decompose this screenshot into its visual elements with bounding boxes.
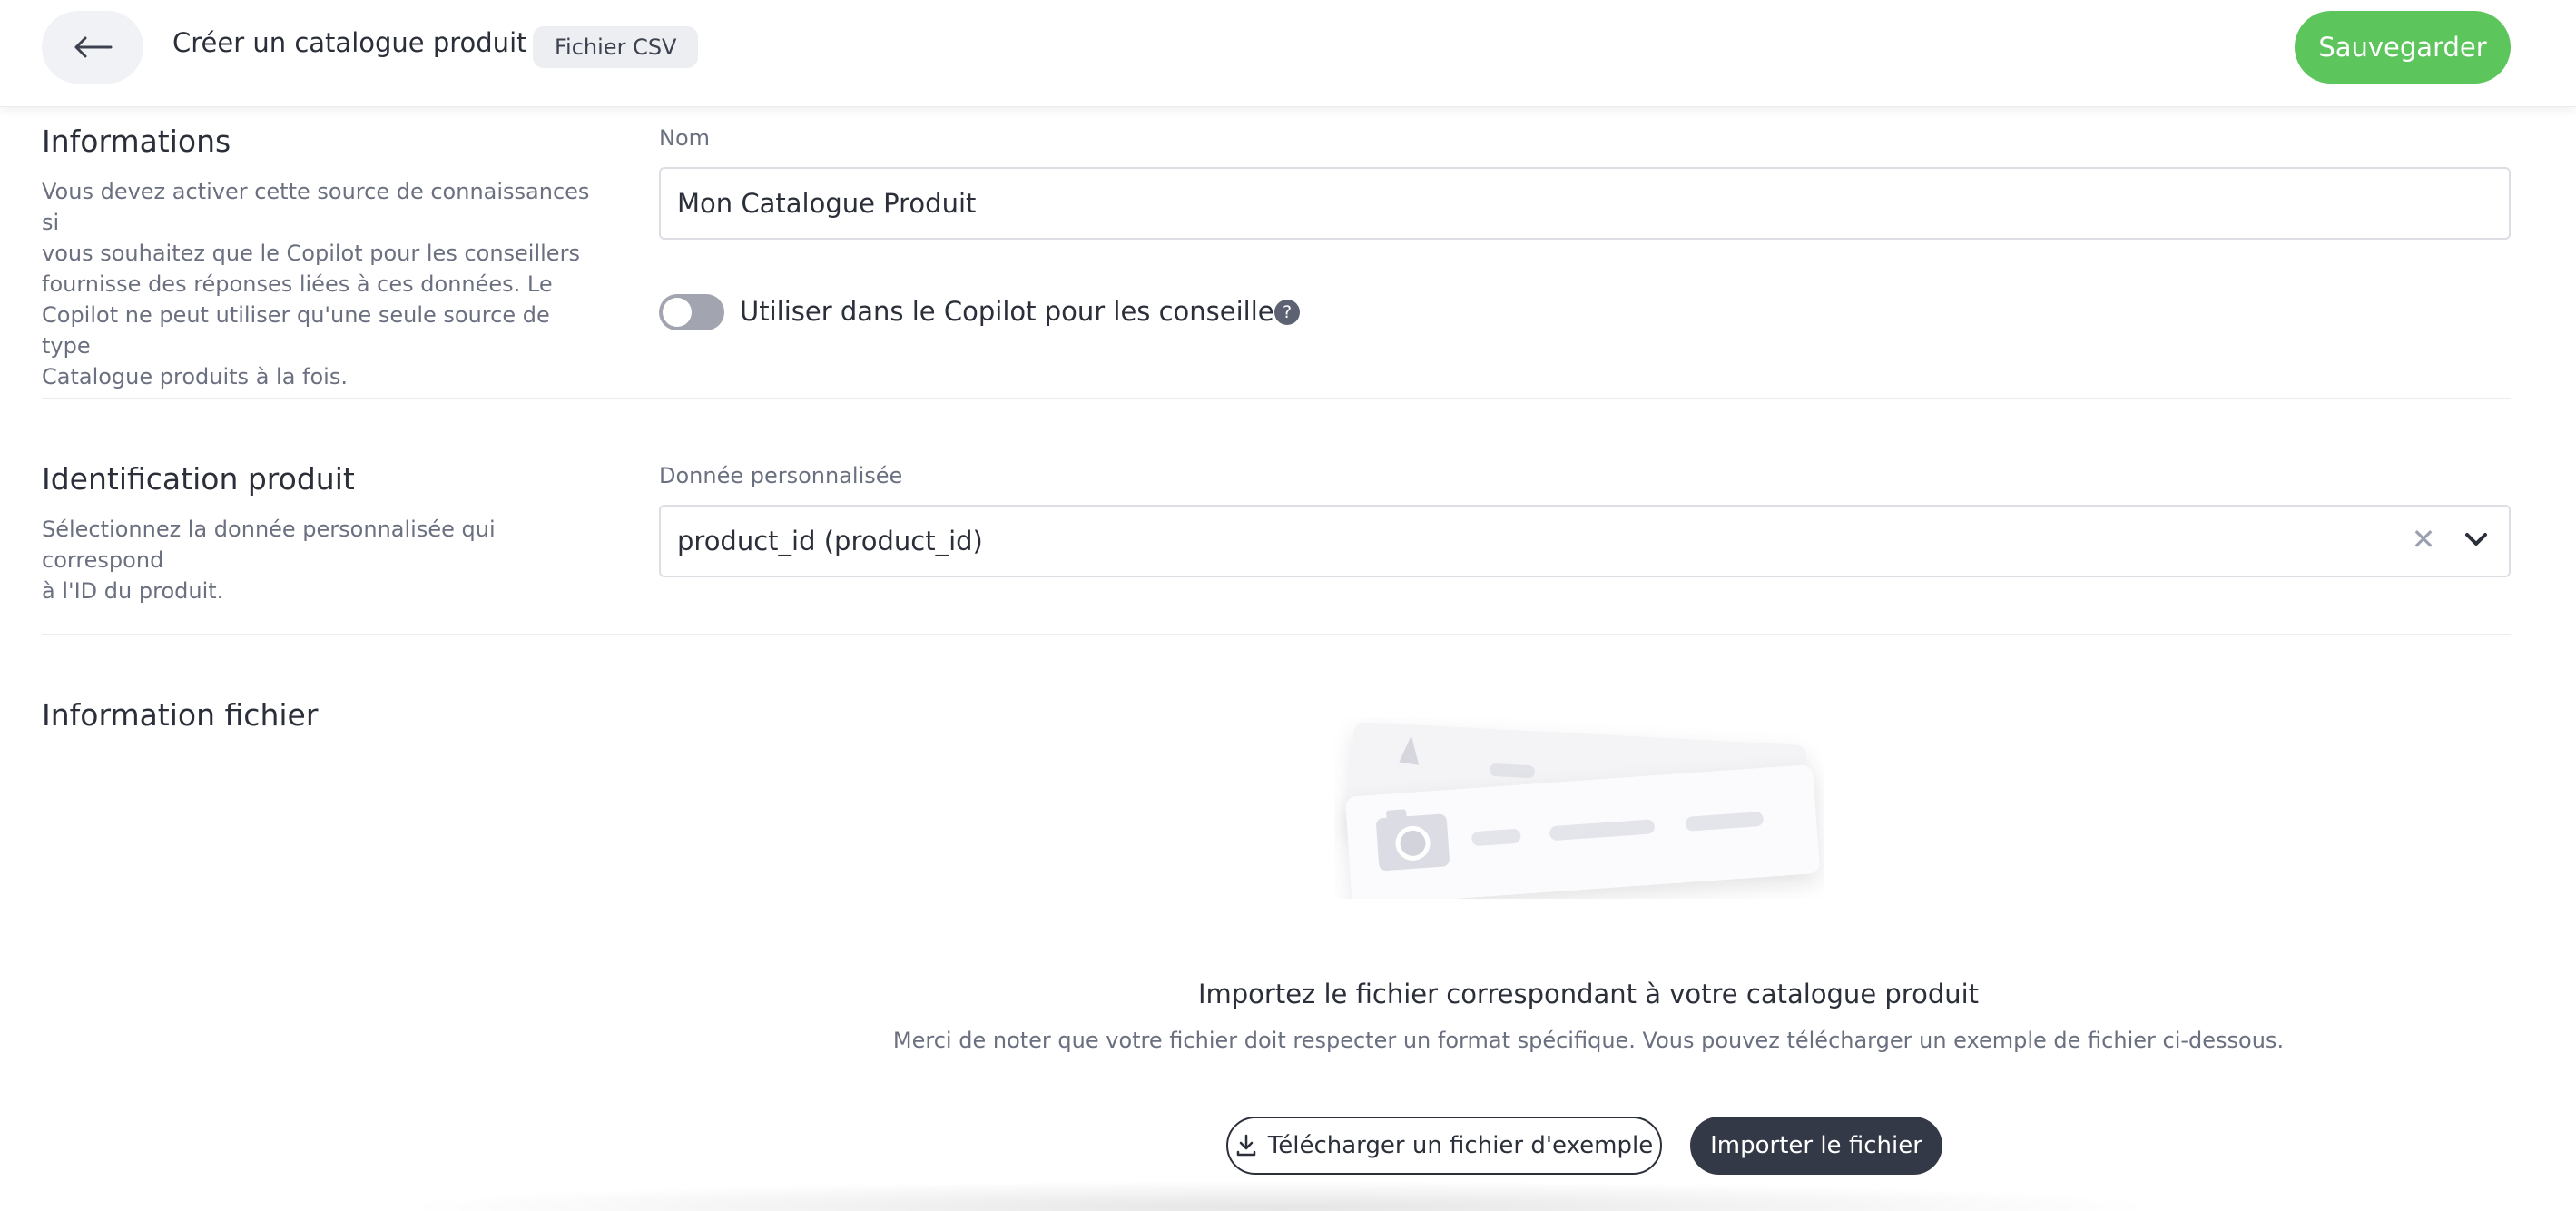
copilot-toggle[interactable] xyxy=(659,294,724,330)
back-button[interactable] xyxy=(42,11,143,84)
toggle-knob xyxy=(663,298,692,327)
description-line: vous souhaitez que le Copilot pour les c… xyxy=(42,241,580,266)
identification-title: Identification produit xyxy=(42,461,355,497)
close-icon[interactable]: ✕ xyxy=(2407,521,2440,557)
custom-data-label: Donnée personnalisée xyxy=(659,463,903,488)
file-illustration xyxy=(1345,722,1820,899)
custom-data-select[interactable]: product_id (product_id) xyxy=(659,505,2511,577)
name-label: Nom xyxy=(659,125,711,151)
source-type-chip: Fichier CSV xyxy=(533,26,699,68)
top-bar: Créer un catalogue produit Fichier CSV S… xyxy=(0,0,2576,107)
bottom-shadow xyxy=(390,1180,2169,1211)
page-title: Créer un catalogue produit xyxy=(172,27,527,58)
informations-description: Vous devez activer cette source de conna… xyxy=(42,176,595,392)
description-line: Copilot ne peut utiliser qu'une seule so… xyxy=(42,302,550,359)
description-line: Sélectionnez la donnée personnalisée qui… xyxy=(42,517,496,573)
import-file-button[interactable]: Importer le fichier xyxy=(1690,1117,1942,1175)
identification-description: Sélectionnez la donnée personnalisée qui… xyxy=(42,514,595,606)
description-line: Vous devez activer cette source de conna… xyxy=(42,179,590,235)
download-example-label: Télécharger un fichier d'exemple xyxy=(1267,1132,1654,1159)
informations-title: Informations xyxy=(42,123,231,159)
upload-description: Merci de noter que votre fichier doit re… xyxy=(892,1028,2285,1053)
description-line: fournisse des réponses liées à ces donné… xyxy=(42,271,553,297)
save-button[interactable]: Sauvegarder xyxy=(2295,11,2511,84)
section-divider xyxy=(42,398,2511,399)
question-icon[interactable]: ? xyxy=(1274,300,1300,325)
upload-title: Importez le fichier correspondant à votr… xyxy=(1197,979,1980,1009)
download-icon xyxy=(1236,1134,1256,1157)
description-line: à l'ID du produit. xyxy=(42,578,224,604)
name-input[interactable]: Mon Catalogue Produit xyxy=(659,167,2511,240)
description-line: Catalogue produits à la fois. xyxy=(42,364,348,389)
download-example-button[interactable]: Télécharger un fichier d'exemple xyxy=(1226,1117,1662,1175)
chevron-down-icon[interactable] xyxy=(2460,523,2492,556)
file-info-title: Information fichier xyxy=(42,697,319,733)
arrow-left-icon xyxy=(74,36,113,58)
copilot-toggle-label: Utiliser dans le Copilot pour les consei… xyxy=(740,296,1299,327)
section-divider xyxy=(42,634,2511,635)
